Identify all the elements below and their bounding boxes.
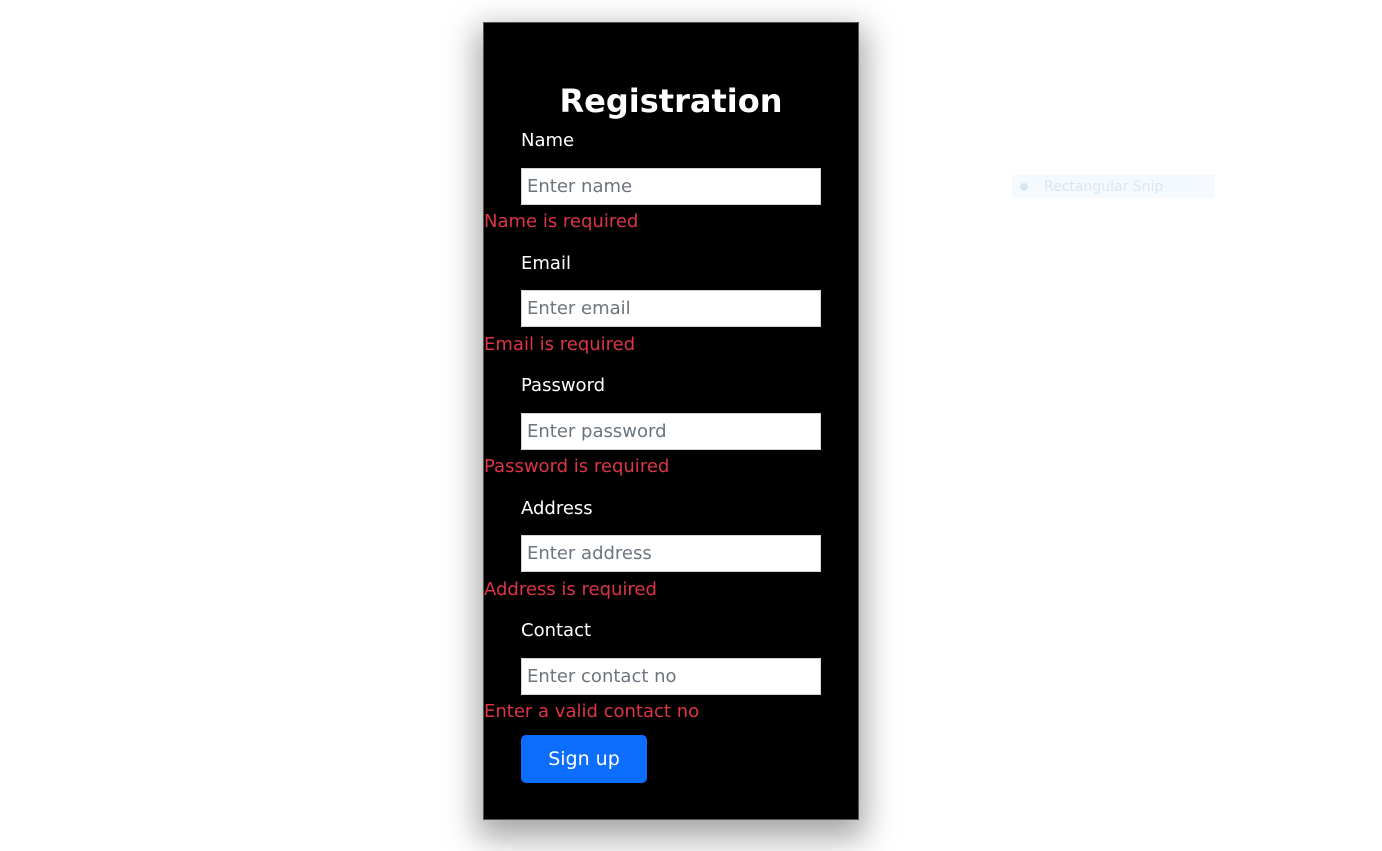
email-input[interactable] bbox=[521, 290, 821, 327]
sign-up-button[interactable]: Sign up bbox=[521, 735, 647, 783]
contact-input[interactable] bbox=[521, 658, 821, 695]
registration-card: Registration Name Name is required Email… bbox=[483, 22, 859, 820]
password-input[interactable] bbox=[521, 413, 821, 450]
contact-error: Enter a valid contact no bbox=[484, 701, 700, 722]
name-error: Name is required bbox=[484, 211, 639, 232]
contact-label: Contact bbox=[521, 620, 592, 641]
email-label: Email bbox=[521, 253, 571, 274]
address-error: Address is required bbox=[484, 579, 657, 600]
address-input[interactable] bbox=[521, 535, 821, 572]
email-error: Email is required bbox=[484, 334, 636, 355]
dot-icon bbox=[1020, 182, 1028, 191]
password-error: Password is required bbox=[484, 456, 670, 477]
page-title: Registration bbox=[559, 82, 783, 120]
password-label: Password bbox=[521, 375, 606, 396]
rectangular-snip-overlay[interactable]: Rectangular Snip bbox=[1012, 175, 1215, 198]
address-label: Address bbox=[521, 498, 593, 519]
name-label: Name bbox=[521, 130, 575, 151]
snip-mode-label: Rectangular Snip bbox=[1044, 178, 1164, 195]
name-input[interactable] bbox=[521, 168, 821, 205]
